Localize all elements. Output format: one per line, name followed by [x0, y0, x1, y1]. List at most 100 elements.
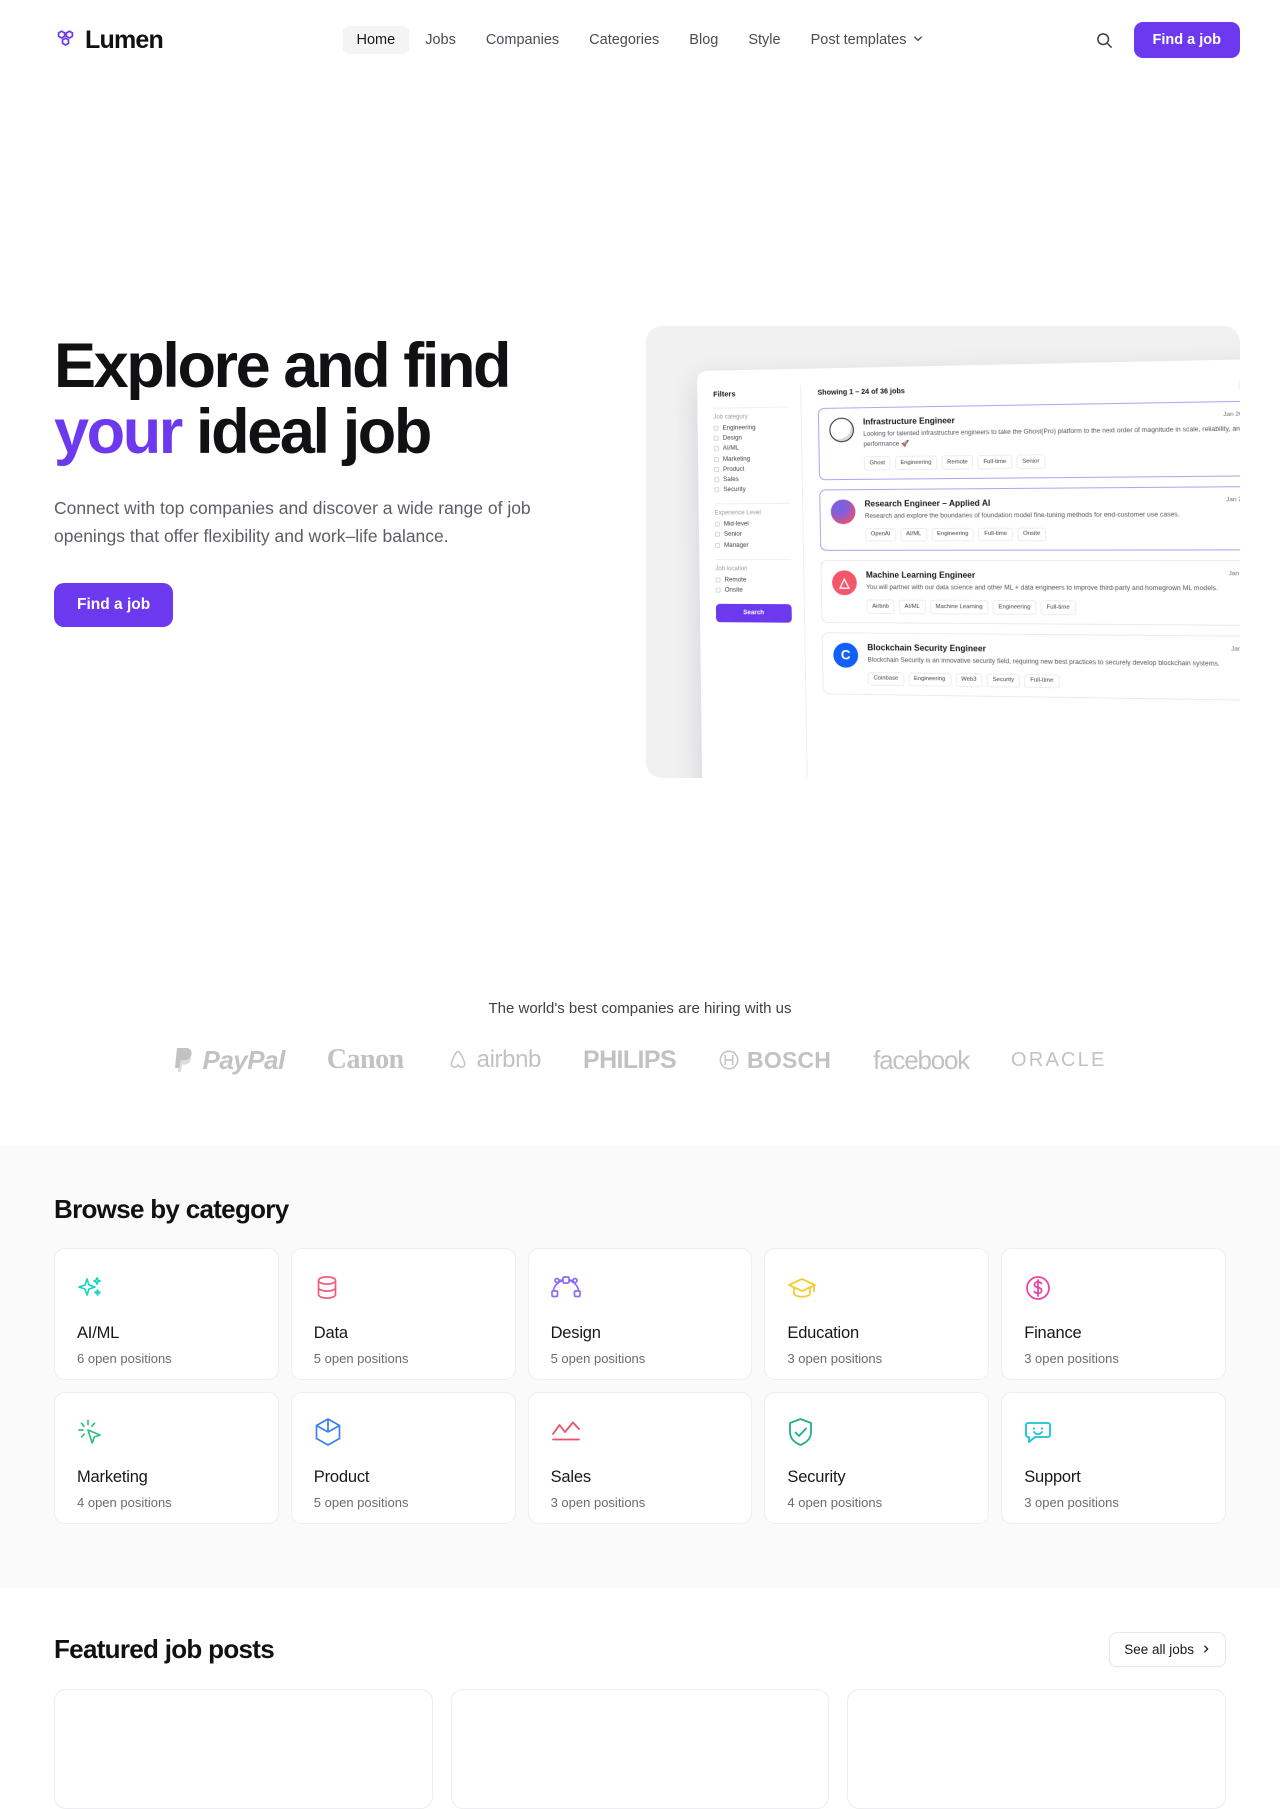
checkbox-icon [714, 466, 720, 472]
graduation-cap-icon [787, 1272, 966, 1304]
nav-item-blog[interactable]: Blog [675, 26, 732, 55]
featured-job-card[interactable] [54, 1689, 433, 1809]
chat-smile-icon [1024, 1416, 1203, 1448]
category-name: Education [787, 1324, 859, 1342]
category-card-education[interactable]: Education 3 open positions [764, 1248, 990, 1380]
checkbox-icon [715, 576, 721, 582]
category-card-sales[interactable]: Sales 3 open positions [527, 1392, 753, 1524]
mockup-job-tag: Engineering [894, 455, 938, 470]
search-icon[interactable] [1094, 29, 1116, 51]
nav-item-categories[interactable]: Categories [575, 26, 673, 55]
featured-job-card[interactable] [450, 1689, 830, 1809]
category-count: 3 open positions [787, 1351, 883, 1366]
see-all-jobs-button[interactable]: See all jobs [1109, 1632, 1226, 1667]
mockup-job-date: Jan 26, 2024 [1223, 411, 1240, 419]
category-card-design[interactable]: Design 5 open positions [527, 1248, 753, 1380]
mockup-filter-option[interactable]: Security [714, 486, 790, 494]
mockup-results-count: Showing 1 – 24 of 36 jobs [817, 388, 906, 397]
mockup-filter-option[interactable]: Senior [715, 531, 791, 538]
mockup-filter-option[interactable]: Mid-level [715, 520, 791, 528]
mockup-job-card[interactable]: C Blockchain Security Engineer Jan 25, 2… [821, 631, 1240, 702]
category-name: Marketing [77, 1468, 148, 1486]
nav-item-style[interactable]: Style [734, 26, 794, 55]
mockup-search-button[interactable]: Search [716, 603, 793, 623]
coinbase-logo: C [833, 642, 859, 668]
mockup-job-list: Showing 1 – 24 of 36 jobs Infrastructure… [801, 376, 1240, 778]
mockup-filter-option[interactable]: Design [713, 434, 789, 442]
shield-check-icon [787, 1416, 966, 1448]
mockup-filter-option[interactable]: Onsite [715, 586, 792, 593]
mockup-job-tag: Full-time [978, 527, 1014, 542]
mockup-job-card[interactable]: Infrastructure Engineer Jan 26, 2024 Loo… [818, 400, 1240, 480]
mockup-job-tag: Machine Learning [930, 599, 989, 615]
mockup-job-title: Research Engineer – Applied AI [864, 498, 991, 509]
facebook-logo: facebook [873, 1044, 970, 1075]
grid-view-icon[interactable] [1238, 379, 1240, 392]
featured-job-grid [54, 1689, 1226, 1809]
mockup-filter-option[interactable]: Marketing [714, 455, 789, 463]
mockup-job-description: You will partner with our data science a… [866, 583, 1219, 593]
header-find-a-job-button[interactable]: Find a job [1133, 21, 1240, 59]
mockup-job-tag: Full-time [1024, 673, 1060, 689]
bezier-curve-icon [550, 1272, 730, 1304]
nav-item-jobs[interactable]: Jobs [411, 26, 470, 55]
mockup-filter-option[interactable]: Engineering [713, 424, 789, 432]
category-card-finance[interactable]: Finance 3 open positions [1001, 1248, 1226, 1380]
category-count: 5 open positions [313, 1351, 409, 1366]
checkbox-icon [714, 446, 720, 452]
mockup-filter-option-label: Engineering [722, 424, 756, 432]
mockup-filter-option-label: Marketing [723, 455, 751, 463]
cursor-click-icon [77, 1416, 256, 1448]
featured-title: Featured job posts [54, 1634, 275, 1664]
brand-logo[interactable]: Lumen [54, 26, 164, 55]
mockup-filter-option-label: Mid-level [724, 520, 750, 528]
category-count: 5 open positions [313, 1495, 409, 1510]
category-name: AI/ML [77, 1324, 120, 1342]
bosch-logo-text: BOSCH [747, 1046, 832, 1073]
ghost-logo [829, 417, 855, 443]
category-name: Security [787, 1468, 846, 1486]
category-count: 5 open positions [550, 1351, 646, 1366]
mockup-job-tags: OpenAI AI/ML Engineering Full-time Onsit… [865, 527, 1240, 542]
category-card-support[interactable]: Support 3 open positions [1001, 1392, 1226, 1524]
mockup-filter-option[interactable]: Manager [715, 541, 791, 548]
featured-job-posts-section: Featured job posts See all jobs [0, 1588, 1280, 1809]
category-card-aiml[interactable]: AI/ML 6 open positions [54, 1248, 279, 1380]
checkbox-icon [714, 456, 720, 462]
category-name: Sales [550, 1468, 591, 1486]
mockup-job-tag: Engineering [908, 672, 952, 687]
category-card-product[interactable]: Product 5 open positions [290, 1392, 516, 1524]
airbnb-logo: △ [832, 570, 858, 596]
mockup-filter-group: Job category Engineering Design AI/ML Ma… [713, 406, 790, 494]
featured-job-card[interactable] [847, 1689, 1226, 1809]
category-card-security[interactable]: Security 4 open positions [764, 1392, 990, 1524]
nav-item-companies[interactable]: Companies [472, 26, 573, 55]
mockup-job-tag: Remote [941, 455, 974, 470]
paypal-logo-text: PayPal [202, 1044, 286, 1075]
mockup-filter-option[interactable]: Remote [715, 576, 792, 583]
mockup-job-title: Machine Learning Engineer [866, 570, 976, 581]
bosch-logo: BOSCH [718, 1047, 831, 1074]
mockup-job-card[interactable]: △ Machine Learning Engineer Jan 25, 2024… [820, 560, 1240, 626]
category-card-marketing[interactable]: Marketing 4 open positions [54, 1392, 279, 1524]
database-icon [314, 1272, 493, 1304]
hero-find-a-job-button[interactable]: Find a job [54, 583, 174, 627]
categories-title: Browse by category [54, 1194, 289, 1224]
paypal-logo: PayPal [174, 1045, 285, 1076]
category-card-data[interactable]: Data 5 open positions [290, 1248, 516, 1380]
mockup-job-tag: Airbnb [866, 599, 896, 614]
mockup-filter-option[interactable]: AI/ML [714, 444, 789, 452]
category-count: 3 open positions [1024, 1351, 1119, 1366]
mockup-list-header: Showing 1 – 24 of 36 jobs [818, 379, 1240, 399]
checkbox-icon [713, 435, 720, 442]
mockup-job-tag: Senior [1016, 454, 1046, 469]
mockup-job-tag: Onsite [1017, 527, 1047, 542]
mockup-job-card[interactable]: Research Engineer – Applied AI Jan 26, 2… [819, 485, 1240, 551]
mockup-filter-option[interactable]: Product [714, 465, 789, 473]
mockup-filter-option[interactable]: Sales [714, 475, 790, 483]
nav-item-post-templates[interactable]: Post templates [797, 26, 938, 55]
hexagon-cluster-icon [54, 28, 78, 52]
category-count: 3 open positions [1024, 1495, 1119, 1510]
airbnb-logo: airbnb [446, 1046, 541, 1074]
nav-item-home[interactable]: Home [342, 25, 410, 55]
